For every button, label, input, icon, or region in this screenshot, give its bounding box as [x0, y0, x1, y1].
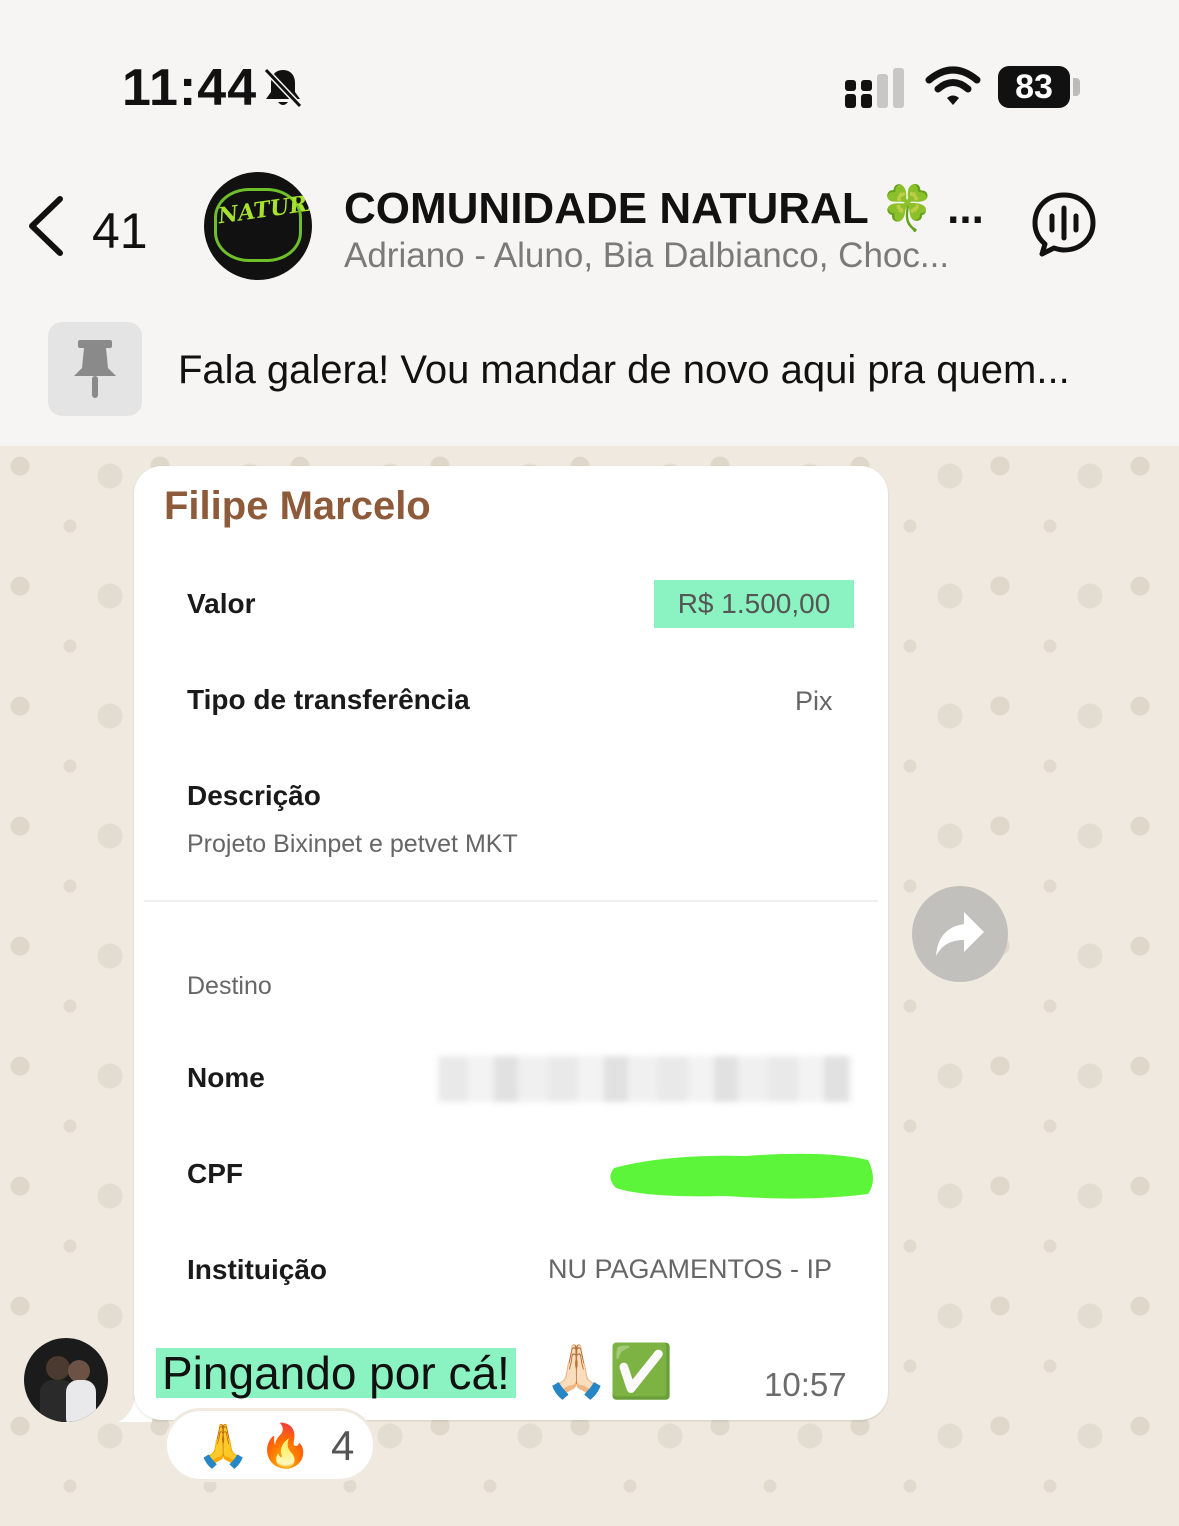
- receipt-image[interactable]: Valor R$ 1.500,00 Tipo de transferência …: [144, 546, 878, 1326]
- battery-icon: 83: [998, 66, 1070, 108]
- sender-avatar[interactable]: [24, 1338, 108, 1422]
- reactions-pill[interactable]: 🙏 🔥 4: [164, 1408, 376, 1482]
- message-time: 10:57: [764, 1366, 847, 1403]
- pinned-text[interactable]: Fala galera! Vou mandar de novo aqui pra…: [178, 348, 1070, 393]
- caption-emoji: 🙏🏻✅: [544, 1343, 674, 1401]
- bell-off-icon: [263, 67, 303, 109]
- tipo-value: Pix: [795, 686, 833, 716]
- group-members[interactable]: Adriano - Aluno, Bia Dalbianco, Choc...: [344, 236, 1004, 276]
- instituicao-label: Instituição: [187, 1254, 328, 1285]
- forward-button[interactable]: [912, 886, 1008, 982]
- top-bar: 11:44 83 41 NATURAL COMUNIDADE NATURAL 🍀…: [0, 0, 1179, 446]
- pinned-message-bar[interactable]: Fala galera! Vou mandar de novo aqui pra…: [0, 300, 1179, 446]
- avatar-head-2: [68, 1360, 90, 1382]
- message-bubble[interactable]: Filipe Marcelo Valor R$ 1.500,00 Tipo de…: [134, 466, 888, 1420]
- reaction-count: 4: [331, 1422, 355, 1469]
- call-icon[interactable]: [1030, 190, 1098, 258]
- avatar-head-1: [46, 1356, 70, 1380]
- reaction-pray: 🙏: [197, 1422, 250, 1469]
- caption-text: Pingando por cá!: [156, 1348, 516, 1398]
- destino-label: Destino: [187, 972, 272, 1000]
- group-name[interactable]: COMUNIDADE NATURAL 🍀 ...: [344, 182, 984, 234]
- reaction-fire: 🔥: [259, 1422, 312, 1469]
- pin-box: [48, 322, 142, 416]
- back-chevron-icon[interactable]: [24, 195, 68, 257]
- instituicao-value: NU PAGAMENTOS - IP: [548, 1254, 833, 1284]
- group-avatar[interactable]: NATURAL: [204, 172, 312, 280]
- valor-label: Valor: [187, 588, 256, 619]
- nome-label: Nome: [187, 1062, 265, 1093]
- cpf-redaction-scribble: [610, 1153, 873, 1199]
- signal-icon: [845, 68, 904, 108]
- pin-icon: [74, 340, 116, 398]
- redacted-name: [438, 1056, 852, 1102]
- cpf-label: CPF: [187, 1158, 243, 1189]
- descricao-label: Descrição: [187, 780, 321, 811]
- tipo-label: Tipo de transferência: [187, 684, 470, 715]
- unread-count[interactable]: 41: [92, 202, 148, 260]
- battery-tip: [1073, 78, 1080, 96]
- chat-header[interactable]: 41 NATURAL COMUNIDADE NATURAL 🍀 ... Adri…: [0, 150, 1179, 300]
- receipt-divider: [144, 900, 878, 902]
- forward-icon: [936, 912, 984, 956]
- descricao-value: Projeto Bixinpet e petvet MKT: [187, 830, 518, 858]
- avatar-logo-text: NATURAL: [216, 186, 312, 230]
- wifi-icon: [925, 66, 981, 105]
- sender-name[interactable]: Filipe Marcelo: [164, 484, 431, 529]
- avatar-body-2: [66, 1380, 96, 1422]
- status-time: 11:44: [122, 59, 258, 117]
- status-bar: 11:44 83: [0, 0, 1179, 150]
- valor-value: R$ 1.500,00: [654, 580, 854, 628]
